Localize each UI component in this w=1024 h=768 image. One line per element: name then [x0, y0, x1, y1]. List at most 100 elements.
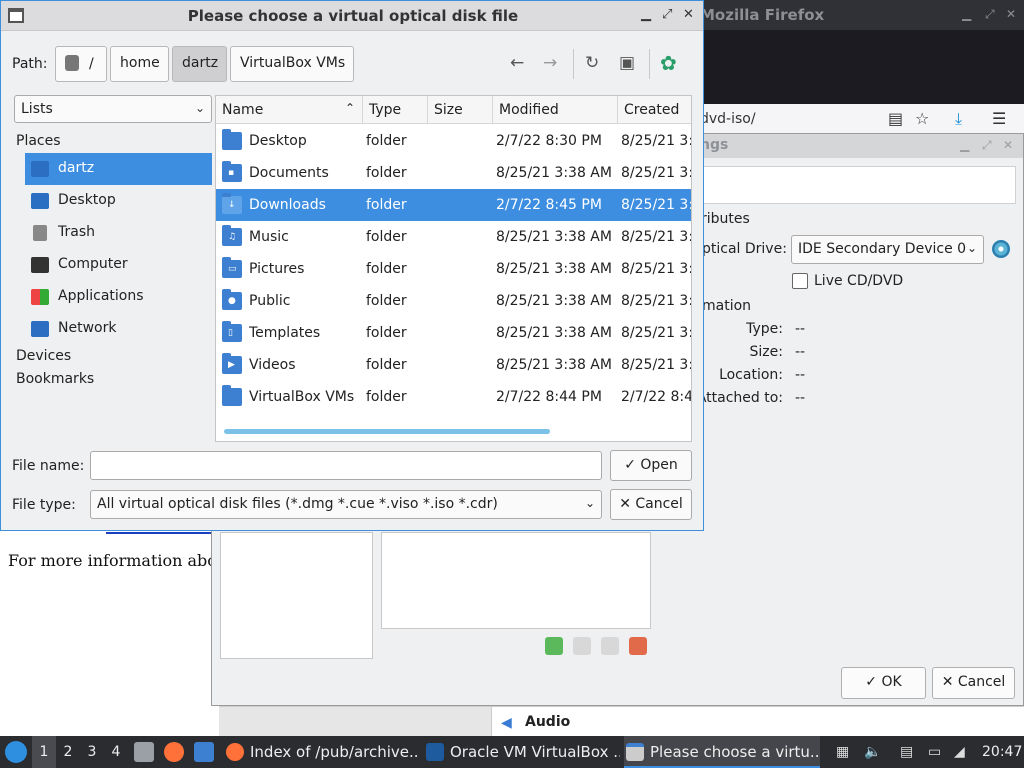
column-header-size[interactable]: Size [428, 96, 493, 124]
remove-attachment-icon[interactable] [573, 637, 591, 655]
devices-header[interactable]: Devices [16, 348, 71, 364]
file-row-desktop[interactable]: Desktop folder 2/7/22 8:30 PM 8/25/21 3: [216, 125, 691, 157]
task-file-dialog[interactable]: Please choose a virtu... [624, 736, 820, 768]
remove-controller-icon[interactable] [629, 637, 647, 655]
sidebar-item-desktop[interactable]: Desktop [25, 185, 212, 217]
sidebar-item-dartz[interactable]: dartz [25, 153, 212, 185]
sidebar-item-trash[interactable]: Trash [25, 217, 212, 249]
file-modified: 8/25/21 3:38 AM [496, 229, 612, 245]
column-header-modified[interactable]: Modified [493, 96, 618, 124]
maximize-icon[interactable]: ⤢ [982, 138, 992, 153]
start-menu-icon[interactable] [5, 741, 27, 763]
file-modified: 8/25/21 3:38 AM [496, 357, 612, 373]
close-icon[interactable]: ✕ [683, 7, 694, 22]
bookmarks-header[interactable]: Bookmarks [16, 371, 94, 387]
file-type-select[interactable]: All virtual optical disk files (*.dmg *.… [90, 490, 602, 519]
file-row-virtualbox-vms[interactable]: VirtualBox VMs folder 2/7/22 8:44 PM 2/7… [216, 381, 691, 413]
live-cd-checkbox[interactable] [792, 273, 808, 289]
vbox-cancel-button[interactable]: ✕ Cancel [932, 667, 1015, 699]
url-text[interactable]: dvd-iso/ [700, 111, 756, 127]
workspace-1[interactable]: 1 [32, 736, 56, 768]
places-view-select[interactable]: Lists ⌄ [14, 95, 212, 123]
desktop-show-icon[interactable] [194, 742, 214, 762]
file-manager-icon[interactable] [134, 742, 154, 762]
minimize-icon[interactable]: ▁ [962, 7, 971, 21]
cancel-button[interactable]: ✕ Cancel [610, 489, 692, 520]
horizontal-scrollbar[interactable] [224, 429, 550, 434]
sidebar-item-label: Applications [58, 288, 144, 304]
vbox-ok-button[interactable]: ✓ OK [841, 667, 926, 699]
bookmark-star-icon[interactable]: ☆ [915, 109, 929, 128]
task-label: Oracle VM VirtualBox ... [450, 743, 620, 761]
minimize-icon[interactable]: ▁ [960, 138, 969, 152]
file-name-input[interactable] [90, 451, 602, 480]
display-icon[interactable]: ▭ [928, 744, 941, 760]
optical-disc-icon[interactable] [992, 240, 1010, 258]
breadcrumb-home[interactable]: home [110, 46, 169, 82]
sidebar-item-label: dartz [58, 160, 95, 176]
network-status-icon[interactable]: ◢ [954, 744, 965, 760]
drive-icon [65, 55, 79, 71]
sidebar-item-applications[interactable]: Applications [25, 281, 212, 313]
file-name: VirtualBox VMs [249, 389, 355, 405]
file-row-downloads[interactable]: ↓ Downloads folder 2/7/22 8:45 PM 8/25/2… [216, 189, 691, 221]
file-list[interactable]: Name ⌃ Type Size Modified Created Deskto… [215, 95, 692, 442]
firefox-urlbar[interactable]: dvd-iso/ ▤ ☆ ⤓ ☰ [700, 104, 1024, 134]
info-location-label: Location: [719, 367, 783, 383]
column-header-created[interactable]: Created [618, 96, 691, 124]
file-modified: 2/7/22 8:45 PM [496, 197, 602, 213]
back-arrow-icon[interactable]: ← [510, 53, 524, 73]
dialog-title: Please choose a virtual optical disk fil… [187, 7, 519, 25]
clock[interactable]: 20:47 [982, 744, 1022, 760]
clipboard-icon[interactable]: ▦ [836, 744, 849, 760]
maximize-icon[interactable]: ⤢ [985, 7, 995, 22]
storage-tree-panel[interactable] [220, 532, 373, 659]
task-virtualbox[interactable]: Oracle VM VirtualBox ... [424, 736, 620, 768]
maximize-icon[interactable]: ⤢ [662, 7, 672, 22]
add-attachment-icon[interactable] [545, 637, 563, 655]
minimize-icon[interactable]: ▁ [641, 7, 651, 22]
close-icon[interactable]: ✕ [1003, 138, 1013, 152]
workspace-4[interactable]: 4 [104, 736, 128, 768]
breadcrumb-dartz[interactable]: dartz [172, 46, 227, 82]
close-icon[interactable]: ✕ [1006, 7, 1016, 21]
sidebar-item-network[interactable]: Network [25, 313, 212, 345]
optical-drive-select[interactable]: IDE Secondary Device 0 ⌄ [791, 235, 984, 264]
file-row-public[interactable]: ● Public folder 8/25/21 3:38 AM 8/25/21 … [216, 285, 691, 317]
file-row-videos[interactable]: ▶ Videos folder 8/25/21 3:38 AM 8/25/21 … [216, 349, 691, 381]
folder-documents-icon: ▪ [222, 161, 242, 182]
file-modified: 8/25/21 3:38 AM [496, 261, 612, 277]
new-folder-icon[interactable]: ▣ [619, 53, 635, 73]
breadcrumb-root[interactable]: / [55, 46, 107, 82]
file-row-music[interactable]: ♫ Music folder 8/25/21 3:38 AM 8/25/21 3… [216, 221, 691, 253]
file-row-templates[interactable]: ▯ Templates folder 8/25/21 3:38 AM 8/25/… [216, 317, 691, 349]
file-row-documents[interactable]: ▪ Documents folder 8/25/21 3:38 AM 8/25/… [216, 157, 691, 189]
sidebar-item-computer[interactable]: Computer [25, 249, 212, 281]
open-button[interactable]: ✓ Open [610, 450, 692, 481]
forward-arrow-icon[interactable]: → [543, 53, 557, 73]
info-type-value: -- [795, 321, 806, 337]
notes-icon[interactable]: ▤ [900, 744, 913, 760]
applications-icon [31, 289, 49, 305]
places-header[interactable]: Places [16, 133, 61, 149]
task-firefox[interactable]: Index of /pub/archive... [224, 736, 420, 768]
reader-view-icon[interactable]: ▤ [888, 109, 903, 128]
breadcrumb-virtualbox-vms[interactable]: VirtualBox VMs [230, 46, 354, 82]
vbox-name-box [702, 166, 1016, 204]
options-gear-icon[interactable]: ✿ [660, 51, 677, 75]
refresh-icon[interactable]: ↻ [585, 53, 599, 73]
file-type: folder [366, 133, 407, 149]
file-created: 8/25/21 3: [621, 261, 692, 277]
download-icon[interactable]: ⤓ [955, 109, 962, 129]
file-row-pictures[interactable]: ▭ Pictures folder 8/25/21 3:38 AM 8/25/2… [216, 253, 692, 285]
column-header-name[interactable]: Name ⌃ [216, 96, 363, 124]
workspace-3[interactable]: 3 [80, 736, 104, 768]
menu-icon[interactable]: ☰ [992, 109, 1006, 128]
folder-templates-icon: ▯ [222, 321, 242, 342]
properties-icon[interactable] [601, 637, 619, 655]
firefox-icon[interactable] [164, 742, 184, 762]
column-header-type[interactable]: Type [363, 96, 428, 124]
storage-detail-panel[interactable] [381, 532, 651, 629]
volume-icon[interactable]: 🔈 [864, 744, 881, 760]
workspace-2[interactable]: 2 [56, 736, 80, 768]
